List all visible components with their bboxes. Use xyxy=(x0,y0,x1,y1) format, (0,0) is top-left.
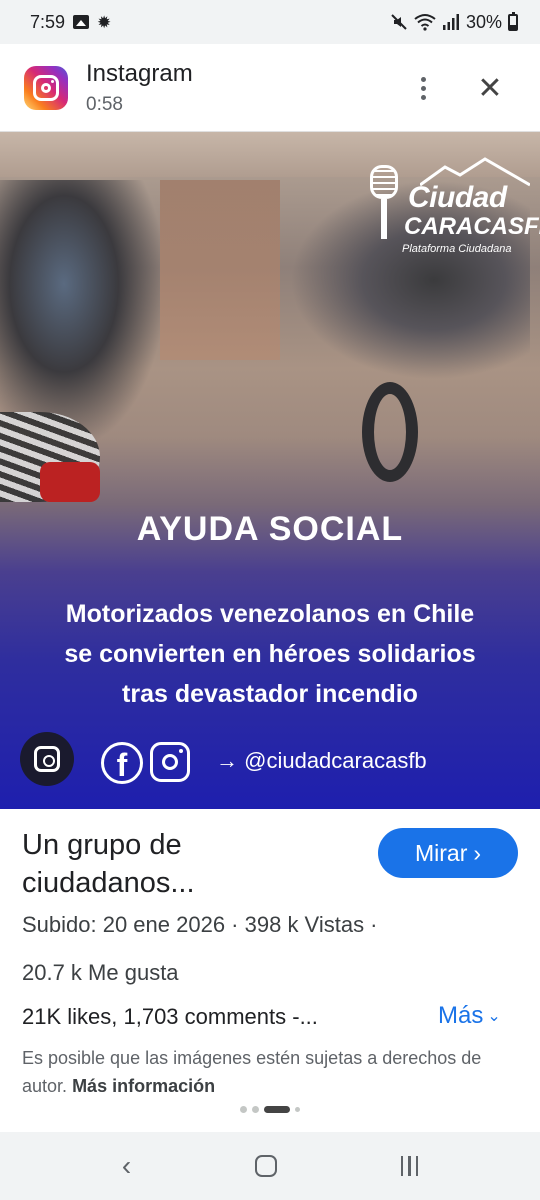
result-title-line: Un grupo de xyxy=(22,829,182,861)
more-info-link[interactable]: Más información xyxy=(72,1076,215,1096)
header-text: Instagram 0:58 xyxy=(86,60,193,116)
carousel-indicator xyxy=(0,1106,540,1113)
image-body-line: tras devastador incendio xyxy=(122,680,418,708)
facebook-icon: f xyxy=(101,742,143,784)
wifi-icon xyxy=(414,14,436,31)
watch-button-label: Mirar xyxy=(414,839,468,866)
chevron-down-icon: ⌄ xyxy=(487,1008,501,1025)
lens-icon xyxy=(34,746,60,772)
battery-icon xyxy=(508,11,518,31)
image-body: Motorizados venezolanos en Chile se conv… xyxy=(10,594,530,714)
app-name: Instagram xyxy=(86,59,193,87)
status-left: 7:59 ✹ xyxy=(30,12,111,33)
microphone-icon xyxy=(370,165,400,255)
carousel-dot-active xyxy=(264,1106,290,1113)
video-duration: 0:58 xyxy=(86,93,123,115)
upload-meta: Subido: 20 ene 2026 · 398 k Vistas · xyxy=(22,912,378,937)
battery-percent: 30% xyxy=(465,11,502,32)
ciudadcaracasfb-logo: Ciudad CARACASFB Plataforma Ciudadana xyxy=(370,157,540,257)
chevron-right-icon: › xyxy=(473,839,482,866)
google-lens-button[interactable] xyxy=(20,732,74,786)
image-heading: AYUDA SOCIAL xyxy=(136,510,404,548)
more-button-label: Más xyxy=(438,1002,484,1029)
gallery-icon xyxy=(73,15,90,29)
close-icon[interactable]: ✕ xyxy=(472,66,508,110)
logo-text-ciudad: Ciudad xyxy=(408,181,507,214)
brightness-icon: ✹ xyxy=(97,12,112,32)
logo-tagline: Plataforma Ciudadana xyxy=(402,243,512,255)
mute-icon xyxy=(391,14,407,30)
description-snippet: 21K likes, 1,703 comments -... xyxy=(22,1004,318,1029)
instagram-logo-icon xyxy=(150,742,190,782)
image-body-line: Motorizados venezolanos en Chile xyxy=(65,600,475,628)
signal-icon xyxy=(442,14,459,30)
likes-meta: 20.7 k Me gusta xyxy=(22,960,179,985)
result-title[interactable]: Un grupo de ciudadanos... xyxy=(22,826,342,902)
carousel-dot xyxy=(252,1106,259,1113)
status-right: 30% xyxy=(390,11,518,33)
system-nav-bar: ‹ xyxy=(0,1132,540,1200)
recent-apps-icon[interactable] xyxy=(400,1156,419,1176)
logo-text-caracas: CARACASFB xyxy=(404,213,540,240)
status-time: 7:59 xyxy=(30,11,66,32)
result-title-line: ciudadanos... xyxy=(22,867,195,899)
status-bar: 7:59 ✹ 30% xyxy=(0,0,540,44)
more-vert-icon[interactable] xyxy=(408,66,438,110)
instagram-icon[interactable] xyxy=(24,65,68,110)
arrow-icon: → xyxy=(216,748,238,773)
watch-button[interactable]: Mirar › xyxy=(378,828,518,878)
home-icon[interactable] xyxy=(254,1155,277,1177)
more-button[interactable]: Más ⌄ xyxy=(438,1002,501,1030)
handle-label: @ciudadcaracasfb xyxy=(244,748,427,773)
back-icon[interactable]: ‹ xyxy=(122,1150,131,1182)
copyright-notice: Es posible que las imágenes estén sujeta… xyxy=(22,1044,522,1100)
image-body-line: se convierten en héroes solidarios xyxy=(64,640,476,668)
carousel-dot xyxy=(240,1106,247,1113)
carousel-dot xyxy=(295,1107,300,1112)
preview-image[interactable]: Ciudad CARACASFB Plataforma Ciudadana AY… xyxy=(0,132,540,809)
viewer-header: Instagram 0:58 ✕ xyxy=(0,44,540,132)
social-handle: → @ciudadcaracasfb xyxy=(216,748,427,774)
